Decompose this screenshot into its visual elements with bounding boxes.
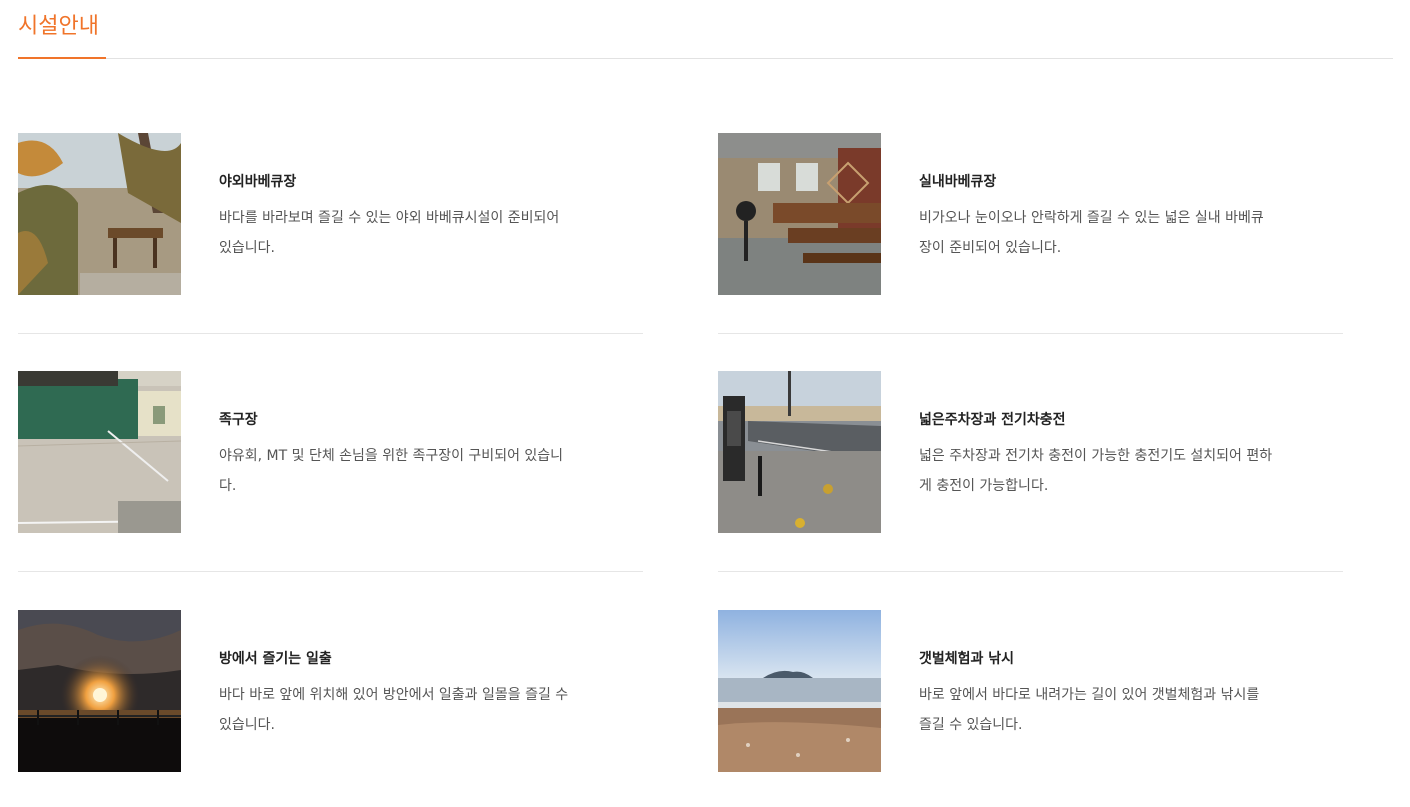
facility-item-parking-ev: 넓은주차장과 전기차충전 넓은 주차장과 전기차 충전이 가능한 충전기도 설치… [718, 371, 1343, 534]
facility-item-tidal-flat: 갯벌체험과 낚시 바로 앞에서 바다로 내려가는 길이 있어 갯벌체험과 낚시를… [718, 610, 1343, 773]
facility-title: 야외바베큐장 [219, 174, 297, 190]
row-divider [18, 333, 643, 334]
facility-title: 실내바베큐장 [919, 174, 997, 190]
parking-ev-photo [718, 371, 881, 533]
tidal-flat-photo [718, 610, 881, 772]
page-title: 시설안내 [18, 14, 99, 39]
facility-description: 바로 앞에서 바다로 내려가는 길이 있어 갯벌체험과 낚시를 즐길 수 있습니… [919, 687, 1260, 733]
facility-item-indoor-bbq: 실내바베큐장 비가오나 눈이오나 안락하게 즐길 수 있는 넓은 실내 바베큐장… [718, 133, 1343, 296]
facility-description: 넓은 주차장과 전기차 충전이 가능한 충전기도 설치되어 편하게 충전이 가능… [919, 448, 1273, 494]
row-divider [718, 571, 1343, 572]
facility-description: 바다를 바라보며 즐길 수 있는 야외 바베큐시설이 준비되어 있습니다. [219, 210, 560, 256]
section-header: 시설안내 [18, 0, 1393, 59]
facility-item-sunrise: 방에서 즐기는 일출 바다 바로 앞에 위치해 있어 방안에서 일출과 일몰을 … [18, 610, 643, 773]
facility-description: 야유회, MT 및 단체 손님을 위한 족구장이 구비되어 있습니다. [219, 448, 564, 494]
facility-description: 바다 바로 앞에 위치해 있어 방안에서 일출과 일몰을 즐길 수 있습니다. [219, 687, 569, 733]
facility-item-outdoor-bbq: 야외바베큐장 바다를 바라보며 즐길 수 있는 야외 바베큐시설이 준비되어 있… [18, 133, 643, 296]
jokgu-court-photo [18, 371, 181, 533]
facility-title: 넓은주차장과 전기차충전 [919, 412, 1066, 428]
row-divider [18, 571, 643, 572]
facility-title: 갯벌체험과 낚시 [919, 651, 1015, 667]
facility-title: 방에서 즐기는 일출 [219, 651, 332, 667]
facility-item-jokgu-court: 족구장 야유회, MT 및 단체 손님을 위한 족구장이 구비되어 있습니다. [18, 371, 643, 534]
facility-description: 비가오나 눈이오나 안락하게 즐길 수 있는 넓은 실내 바베큐장이 준비되어 … [919, 210, 1264, 256]
row-divider [718, 333, 1343, 334]
title-underline [18, 57, 106, 59]
sunrise-photo [18, 610, 181, 772]
indoor-bbq-photo [718, 133, 881, 295]
facility-title: 족구장 [219, 412, 258, 428]
outdoor-bbq-photo [18, 133, 181, 295]
